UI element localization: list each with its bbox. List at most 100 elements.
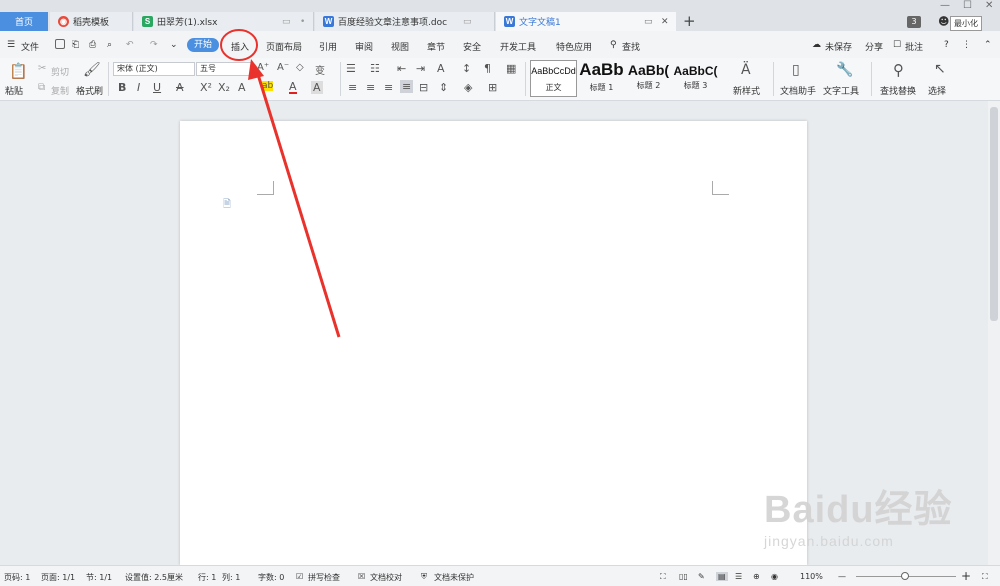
line-spacing-icon[interactable]: ⇕ (439, 81, 448, 94)
status-row[interactable]: 行: 1 (198, 572, 216, 583)
status-word-count[interactable]: 字数: 0 (258, 572, 284, 583)
paragraph-layout-icon[interactable]: 🗎 (223, 197, 231, 214)
redo-icon[interactable]: ↷ (150, 40, 158, 50)
reading-mode-icon[interactable]: ▯▯ (679, 572, 688, 581)
menu-features[interactable]: 特色应用 (556, 40, 592, 53)
italic-icon[interactable]: I (137, 81, 140, 94)
zoom-in-icon[interactable]: + (961, 569, 971, 583)
shading-icon[interactable]: ◈ (464, 81, 472, 94)
protection-status[interactable]: 文档未保护 (434, 572, 474, 583)
numbered-list-icon[interactable]: ☷ (370, 62, 380, 75)
font-color-icon[interactable]: A (289, 81, 297, 94)
format-painter-button[interactable]: 格式刷 (76, 84, 103, 97)
bullet-list-icon[interactable]: ☰ (346, 62, 356, 75)
document-page[interactable]: 🗎 (180, 121, 807, 565)
paste-icon[interactable]: 📋 (9, 62, 28, 80)
superscript-icon[interactable]: X² (200, 81, 212, 94)
format-painter-icon[interactable]: 🖌 (83, 62, 101, 78)
avatar-icon[interactable]: ☻ (938, 15, 949, 28)
find-replace-icon[interactable]: ⚲ (893, 61, 904, 79)
status-setting[interactable]: 设置值: 2.5厘米 (125, 572, 183, 583)
text-effect-icon[interactable]: A (238, 81, 246, 94)
tab-close-icon[interactable]: ✕ (661, 17, 669, 27)
pinyin-icon[interactable]: 变 (315, 62, 325, 77)
share-button[interactable]: 分享 (865, 40, 883, 53)
menu-insert[interactable]: 插入 (231, 40, 249, 53)
align-center-icon[interactable]: ≡ (366, 81, 375, 94)
tab-pin-icon[interactable]: ▭ (463, 17, 472, 27)
export-icon[interactable]: ⎗ (72, 40, 79, 50)
tab-active-doc[interactable]: W 文字文稿1 ▭ ✕ (496, 12, 676, 31)
tab-doc[interactable]: W 百度经验文章注意事项.doc ▭ (315, 12, 495, 31)
menu-review[interactable]: 审阅 (355, 40, 373, 53)
cut-button[interactable]: 剪切 (51, 65, 69, 78)
menu-file[interactable]: 文件 (21, 40, 39, 53)
style-heading-3[interactable]: AaBbC( 标题 3 (672, 60, 719, 97)
sort-icon[interactable]: ↕ (462, 62, 471, 75)
tab-home[interactable]: 首页 (0, 12, 48, 31)
menu-references[interactable]: 引用 (319, 40, 337, 53)
underline-icon[interactable]: U (153, 81, 161, 94)
table-grid-icon[interactable]: ▦ (506, 62, 516, 75)
close-window-icon[interactable]: ✕ (985, 0, 993, 11)
tab-xlsx[interactable]: S 田翠芳(1).xlsx ▭ • (134, 12, 314, 31)
help-button[interactable]: ? (944, 40, 949, 50)
char-shading-icon[interactable]: A (311, 81, 323, 94)
minimize-icon[interactable]: — (940, 0, 950, 11)
customize-chevron-icon[interactable]: ⌄ (170, 40, 178, 50)
menu-view[interactable]: 视图 (391, 40, 409, 53)
search-icon[interactable]: ⚲ (610, 40, 617, 50)
zoom-slider-handle[interactable] (901, 572, 909, 580)
highlight-icon[interactable]: ab (262, 81, 274, 91)
strikethrough-icon[interactable]: A (176, 81, 184, 94)
menu-search[interactable]: 查找 (622, 40, 640, 53)
align-right-icon[interactable]: ≡ (384, 81, 393, 94)
proofread-button[interactable]: 文档校对 (370, 572, 402, 583)
chinese-layout-icon[interactable]: A (437, 62, 445, 75)
unsaved-status[interactable]: 未保存 (825, 40, 852, 53)
collapse-ribbon-icon[interactable]: ⌃ (984, 40, 992, 50)
distributed-icon[interactable]: ⊟ (419, 81, 428, 94)
window-count-badge[interactable]: 3 (907, 16, 921, 28)
page-view-icon[interactable]: ▤ (716, 572, 728, 581)
new-style-icon[interactable]: Ä (741, 62, 751, 78)
doc-helper-icon[interactable]: ▯ (792, 62, 800, 78)
status-page-number[interactable]: 页码: 1 (4, 572, 30, 583)
cut-icon[interactable]: ✂ (38, 63, 46, 74)
menu-start[interactable]: 开始 (187, 38, 219, 52)
zoom-level[interactable]: 110% (800, 572, 823, 581)
pen-icon[interactable]: ✎ (698, 572, 705, 581)
border-icon[interactable]: ⊞ (488, 81, 497, 94)
scrollbar-thumb[interactable] (990, 107, 998, 321)
show-marks-icon[interactable]: ¶ (484, 62, 491, 75)
menu-developer[interactable]: 开发工具 (500, 40, 536, 53)
save-icon[interactable] (55, 39, 65, 49)
wrench-icon[interactable]: 🔧 (836, 62, 853, 78)
font-shrink-icon[interactable]: A⁻ (277, 62, 289, 73)
status-section[interactable]: 节: 1/1 (86, 572, 112, 583)
menu-section[interactable]: 章节 (427, 40, 445, 53)
tab-pin-icon[interactable]: ▭ (282, 17, 291, 27)
bold-icon[interactable]: B (118, 81, 126, 94)
tab-close-dot-icon[interactable]: • (300, 17, 305, 27)
outline-view-icon[interactable]: ☰ (735, 572, 742, 581)
eye-protection-icon[interactable]: ◉ (771, 572, 778, 581)
new-style-button[interactable]: 新样式 (733, 84, 760, 97)
style-heading-1[interactable]: AaBb 标题 1 (578, 60, 625, 97)
vertical-scrollbar[interactable] (988, 101, 1000, 565)
hamburger-icon[interactable]: ☰ (7, 40, 15, 50)
find-replace-button[interactable]: 查找替换 (880, 84, 916, 97)
subscript-icon[interactable]: X₂ (218, 81, 230, 94)
maximize-icon[interactable]: ☐ (963, 0, 972, 11)
print-preview-icon[interactable]: ⌕ (107, 40, 112, 50)
undo-icon[interactable]: ↶ (126, 40, 134, 50)
fit-page-icon[interactable]: ⛶ (982, 572, 988, 582)
menu-page-layout[interactable]: 页面布局 (266, 40, 302, 53)
justify-icon[interactable]: ≡ (400, 80, 414, 93)
spellcheck-button[interactable]: 拼写检查 (308, 572, 340, 583)
web-view-icon[interactable]: ⊕ (753, 572, 760, 581)
status-column[interactable]: 列: 1 (222, 572, 240, 583)
decrease-indent-icon[interactable]: ⇤ (397, 62, 406, 75)
select-cursor-icon[interactable]: ↖ (934, 61, 946, 77)
font-grow-icon[interactable]: A⁺ (257, 62, 269, 73)
